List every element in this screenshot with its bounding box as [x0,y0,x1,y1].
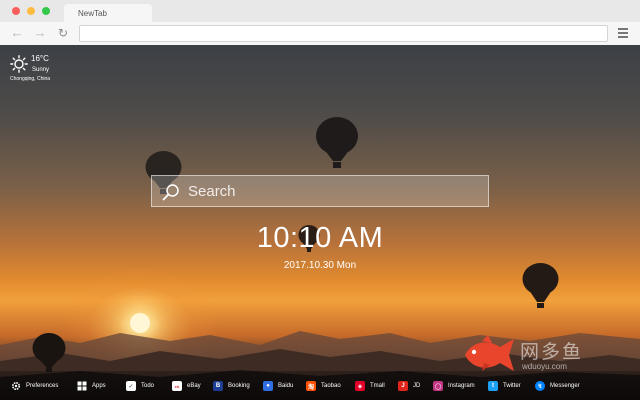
booking-logo-icon: B [213,381,223,391]
shortcut-instagram[interactable]: ◯ Instagram [433,380,475,392]
jd-logo-icon: J [398,381,408,391]
forward-arrow-icon[interactable]: → [32,25,48,41]
baidu-label: Baidu [278,383,294,389]
window-minimize-button[interactable] [27,7,35,15]
browser-chrome: NewTab ← → ↻ [0,0,640,45]
taobao-label: Taobao [321,383,341,389]
hot-air-balloon [316,117,358,168]
tmall-logo-icon: ◈ [355,381,365,391]
window-maximize-button[interactable] [42,7,50,15]
newtab-page: 16°C Sunny Chongqing, China 10:10 AM 201… [0,45,640,400]
taobao-logo-icon: 淘 [306,381,316,391]
shortcut-twitter[interactable]: t Twitter [488,380,521,392]
booking-label: Booking [228,383,250,389]
jd-label: JD [413,383,421,389]
ebay-label: eBay [187,383,201,389]
instagram-label: Instagram [448,383,475,389]
weather-condition: Sunny [32,67,50,73]
instagram-camera-icon: ◯ [433,381,443,391]
back-arrow-icon[interactable]: ← [9,25,25,41]
reload-icon[interactable]: ↻ [55,25,71,41]
weather-location: Chongqing, China [10,76,51,82]
sun-icon [10,55,28,73]
address-bar[interactable] [79,25,608,42]
clock-time: 10:10 AM [256,222,384,254]
checkbox-icon: ✓ [126,381,136,391]
search-input[interactable] [188,176,483,206]
shortcut-bar: Preferences Apps ✓ Todo eb eBay B Bookin… [0,371,640,400]
messenger-label: Messenger [550,383,580,389]
shortcut-tmall[interactable]: ◈ Tmall [355,380,385,392]
browser-tab[interactable]: NewTab [64,4,152,23]
preferences-label: Preferences [26,383,59,389]
fish-logo-icon [465,335,514,371]
preferences-button[interactable]: Preferences [11,380,58,392]
apps-label: Apps [92,383,106,389]
shortcut-baidu[interactable]: ● Baidu [263,380,293,392]
clock-date: 2017.10.30 Mon [283,260,357,271]
shortcut-booking[interactable]: B Booking [213,380,250,392]
weather-temperature: 16°C [31,54,49,63]
todo-button[interactable]: ✓ Todo [126,380,154,392]
tab-title: NewTab [78,9,107,18]
browser-menu-icon[interactable] [615,26,631,41]
gear-icon [11,381,21,391]
todo-label: Todo [141,383,155,389]
baidu-paw-icon: ● [263,381,273,391]
window-close-button[interactable] [12,7,20,15]
messenger-bubble-icon: ↯ [535,381,545,391]
twitter-bird-icon: t [488,381,498,391]
hot-air-balloon [32,333,66,372]
ebay-logo-icon: eb [172,381,182,391]
browser-toolbar: ← → ↻ [0,22,640,45]
shortcut-messenger[interactable]: ↯ Messenger [535,380,580,392]
shortcut-ebay[interactable]: eb eBay [172,380,201,392]
tmall-label: Tmall [370,383,385,389]
shortcut-taobao[interactable]: 淘 Taobao [306,380,341,392]
twitter-label: Twitter [503,383,521,389]
shortcut-jd[interactable]: J JD [398,380,420,392]
search-icon [162,184,179,201]
watermark-brand-cn: 网多鱼 [520,342,584,363]
search-box[interactable] [151,175,489,207]
apps-button[interactable]: Apps [77,380,106,392]
watermark-brand-en: wduoyu.com [522,362,567,371]
grid-icon [77,381,87,391]
